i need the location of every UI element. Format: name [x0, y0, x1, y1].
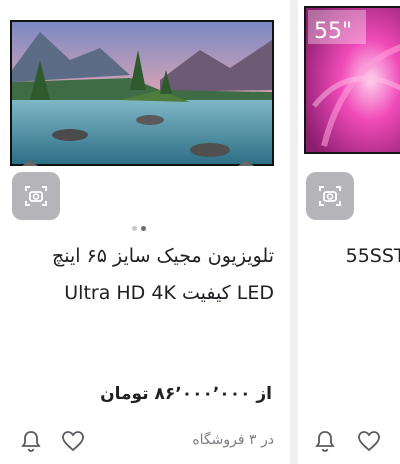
- pagination-dot-active[interactable]: [141, 226, 146, 231]
- price-alert-button[interactable]: [312, 428, 338, 454]
- store-count[interactable]: در ۳ فروشگاه: [192, 432, 274, 448]
- bell-icon: [315, 431, 335, 452]
- product-price: از: [378, 384, 400, 404]
- visual-search-icon: [25, 186, 47, 206]
- product-card[interactable]: 55" تلویزیون سوئیس 55SST-8 کیفیت Ultra H…: [298, 0, 400, 464]
- tv-product-image: 55": [304, 6, 400, 154]
- visual-search-button[interactable]: [12, 172, 60, 220]
- product-title[interactable]: تلویزیون سوئیس 55SST-8 کیفیت Ultra HD: [322, 238, 400, 312]
- pagination-dot[interactable]: [132, 226, 137, 231]
- bell-icon: [21, 431, 41, 452]
- tv-product-image: [10, 20, 274, 166]
- heart-icon: [62, 431, 84, 452]
- product-title[interactable]: تلویزیون مجیک سایز ۶۵ اینچ LED کیفیت Ult…: [12, 238, 274, 312]
- image-pagination: [132, 226, 146, 231]
- product-price: از ۸۶٬۰۰۰٬۰۰۰ تومان: [100, 384, 272, 404]
- visual-search-button[interactable]: [306, 172, 354, 220]
- visual-search-icon: [319, 186, 341, 206]
- favorite-button[interactable]: [60, 428, 86, 454]
- price-alert-button[interactable]: [18, 428, 44, 454]
- screen-size-badge: 55": [314, 19, 352, 44]
- product-image-area[interactable]: 55": [298, 0, 400, 230]
- product-card[interactable]: تلویزیون مجیک سایز ۶۵ اینچ LED کیفیت Ult…: [0, 0, 290, 464]
- product-image-area[interactable]: [0, 0, 290, 231]
- heart-icon: [358, 431, 380, 452]
- favorite-button[interactable]: [356, 428, 382, 454]
